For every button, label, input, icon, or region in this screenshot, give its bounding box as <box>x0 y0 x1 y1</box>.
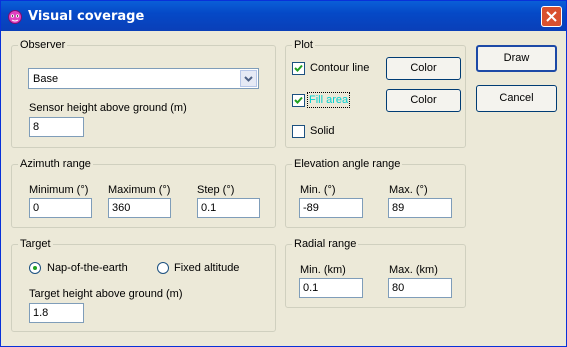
title-bar[interactable]: Visual coverage <box>1 1 566 31</box>
azimuth-group: Azimuth range <box>11 158 276 228</box>
azimuth-max-label: Maximum (°) <box>108 184 171 196</box>
target-height-input[interactable]: 1.8 <box>29 303 84 323</box>
target-height-label: Target height above ground (m) <box>29 288 183 300</box>
radial-max-input[interactable]: 80 <box>388 278 452 298</box>
azimuth-step-input[interactable]: 0.1 <box>197 198 260 218</box>
azimuth-group-label: Azimuth range <box>18 158 93 170</box>
radial-min-input[interactable]: 0.1 <box>299 278 363 298</box>
checkmark-icon <box>294 64 303 72</box>
fill-area-label[interactable]: Fill area <box>306 92 351 108</box>
elevation-max-label: Max. (°) <box>389 184 428 196</box>
elevation-min-label: Min. (°) <box>300 184 336 196</box>
contour-line-checkbox[interactable] <box>292 62 305 75</box>
chevron-down-icon[interactable] <box>240 70 257 87</box>
visual-coverage-dialog: Visual coverage Observer Base Sensor hei… <box>0 0 567 347</box>
nap-of-the-earth-radio[interactable] <box>29 262 41 274</box>
close-button[interactable] <box>541 6 562 27</box>
fill-area-checkbox[interactable] <box>292 94 305 107</box>
contour-line-label[interactable]: Contour line <box>310 62 369 74</box>
radial-max-label: Max. (km) <box>389 264 438 276</box>
radial-min-label: Min. (km) <box>300 264 346 276</box>
nap-of-the-earth-label[interactable]: Nap-of-the-earth <box>47 262 128 274</box>
fixed-altitude-radio[interactable] <box>157 262 169 274</box>
draw-button[interactable]: Draw <box>476 45 557 72</box>
sensor-height-input[interactable]: 8 <box>29 117 84 137</box>
checkmark-icon <box>294 96 303 104</box>
solid-label[interactable]: Solid <box>310 125 334 137</box>
contour-color-button[interactable]: Color <box>386 57 461 80</box>
azimuth-step-label: Step (°) <box>197 184 235 196</box>
sensor-height-label: Sensor height above ground (m) <box>29 102 187 114</box>
azimuth-max-input[interactable]: 360 <box>108 198 171 218</box>
azimuth-min-label: Minimum (°) <box>29 184 89 196</box>
target-group-label: Target <box>18 238 53 250</box>
elevation-group-label: Elevation angle range <box>292 158 403 170</box>
observer-group-label: Observer <box>18 39 68 51</box>
elevation-min-input[interactable]: -89 <box>299 198 363 218</box>
elevation-group: Elevation angle range <box>285 158 466 228</box>
elevation-max-input[interactable]: 89 <box>388 198 452 218</box>
plot-group-label: Plot <box>292 39 315 51</box>
observer-select-value: Base <box>33 73 59 85</box>
cancel-button[interactable]: Cancel <box>476 85 557 112</box>
radial-group: Radial range <box>285 238 466 308</box>
radial-group-label: Radial range <box>292 238 359 250</box>
solid-checkbox[interactable] <box>292 125 305 138</box>
fixed-altitude-label[interactable]: Fixed altitude <box>174 262 239 274</box>
azimuth-min-input[interactable]: 0 <box>29 198 92 218</box>
window-title: Visual coverage <box>28 9 145 24</box>
fill-color-button[interactable]: Color <box>386 89 461 112</box>
globe-app-icon <box>7 8 23 24</box>
close-icon <box>546 11 557 22</box>
observer-select[interactable]: Base <box>28 68 259 89</box>
